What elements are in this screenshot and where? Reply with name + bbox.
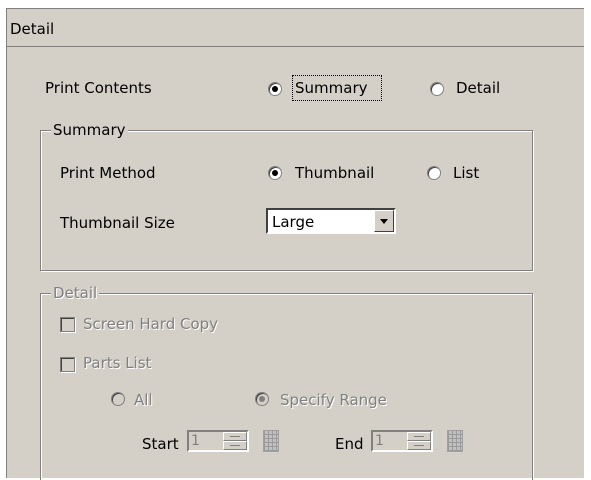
- detail-panel: Detail Print Contents Summary Detail Sum…: [6, 8, 591, 480]
- spin-down-button[interactable]: [407, 441, 431, 450]
- specify-range-option-label[interactable]: Specify Range: [280, 391, 387, 409]
- radio-dot: [272, 170, 278, 176]
- list-option-label[interactable]: List: [453, 164, 479, 182]
- radio-dot: [272, 86, 278, 92]
- start-label: Start: [142, 435, 179, 453]
- summary-legend: Summary: [51, 121, 128, 139]
- print-contents-label: Print Contents: [45, 79, 152, 97]
- detail-legend: Detail: [51, 284, 100, 302]
- list-radio[interactable]: [427, 166, 441, 180]
- print-method-label: Print Method: [60, 164, 156, 182]
- thumbnail-size-value: Large: [272, 213, 315, 231]
- parts-list-checkbox[interactable]: [60, 357, 75, 372]
- start-spinbox[interactable]: 1: [187, 430, 249, 452]
- end-spinbox[interactable]: 1: [371, 430, 433, 452]
- thumbnail-radio[interactable]: [268, 166, 282, 180]
- radio-dot: [259, 396, 265, 402]
- summary-groupbox: [40, 130, 533, 271]
- spin-up-button[interactable]: [223, 432, 247, 441]
- start-value: 1: [191, 433, 200, 449]
- start-spin-buttons: [223, 432, 247, 450]
- screen-hard-copy-checkbox[interactable]: [60, 317, 75, 332]
- end-value: 1: [375, 433, 384, 449]
- detail-option-label[interactable]: Detail: [456, 79, 500, 97]
- screen-hard-copy-label[interactable]: Screen Hard Copy: [83, 315, 218, 333]
- all-radio[interactable]: [111, 392, 125, 406]
- summary-radio[interactable]: [268, 82, 282, 96]
- end-label: End: [335, 435, 364, 453]
- all-option-label[interactable]: All: [134, 391, 153, 409]
- specify-range-radio[interactable]: [255, 392, 269, 406]
- spin-up-button[interactable]: [407, 432, 431, 441]
- panel-titlebar: Detail: [7, 9, 591, 47]
- thumbnail-size-label: Thumbnail Size: [60, 214, 175, 232]
- summary-option-label[interactable]: Summary: [295, 79, 368, 97]
- keypad-icon[interactable]: [447, 430, 463, 452]
- window-edge: [584, 8, 591, 478]
- end-spin-buttons: [407, 432, 431, 450]
- detail-radio[interactable]: [430, 82, 444, 96]
- thumbnail-option-label[interactable]: Thumbnail: [295, 164, 374, 182]
- panel-title: Detail: [10, 20, 55, 38]
- spin-down-button[interactable]: [223, 441, 247, 450]
- keypad-icon[interactable]: [263, 430, 279, 452]
- parts-list-label[interactable]: Parts List: [83, 354, 151, 372]
- thumbnail-size-select[interactable]: Large: [266, 208, 396, 234]
- chevron-down-icon[interactable]: [374, 210, 394, 232]
